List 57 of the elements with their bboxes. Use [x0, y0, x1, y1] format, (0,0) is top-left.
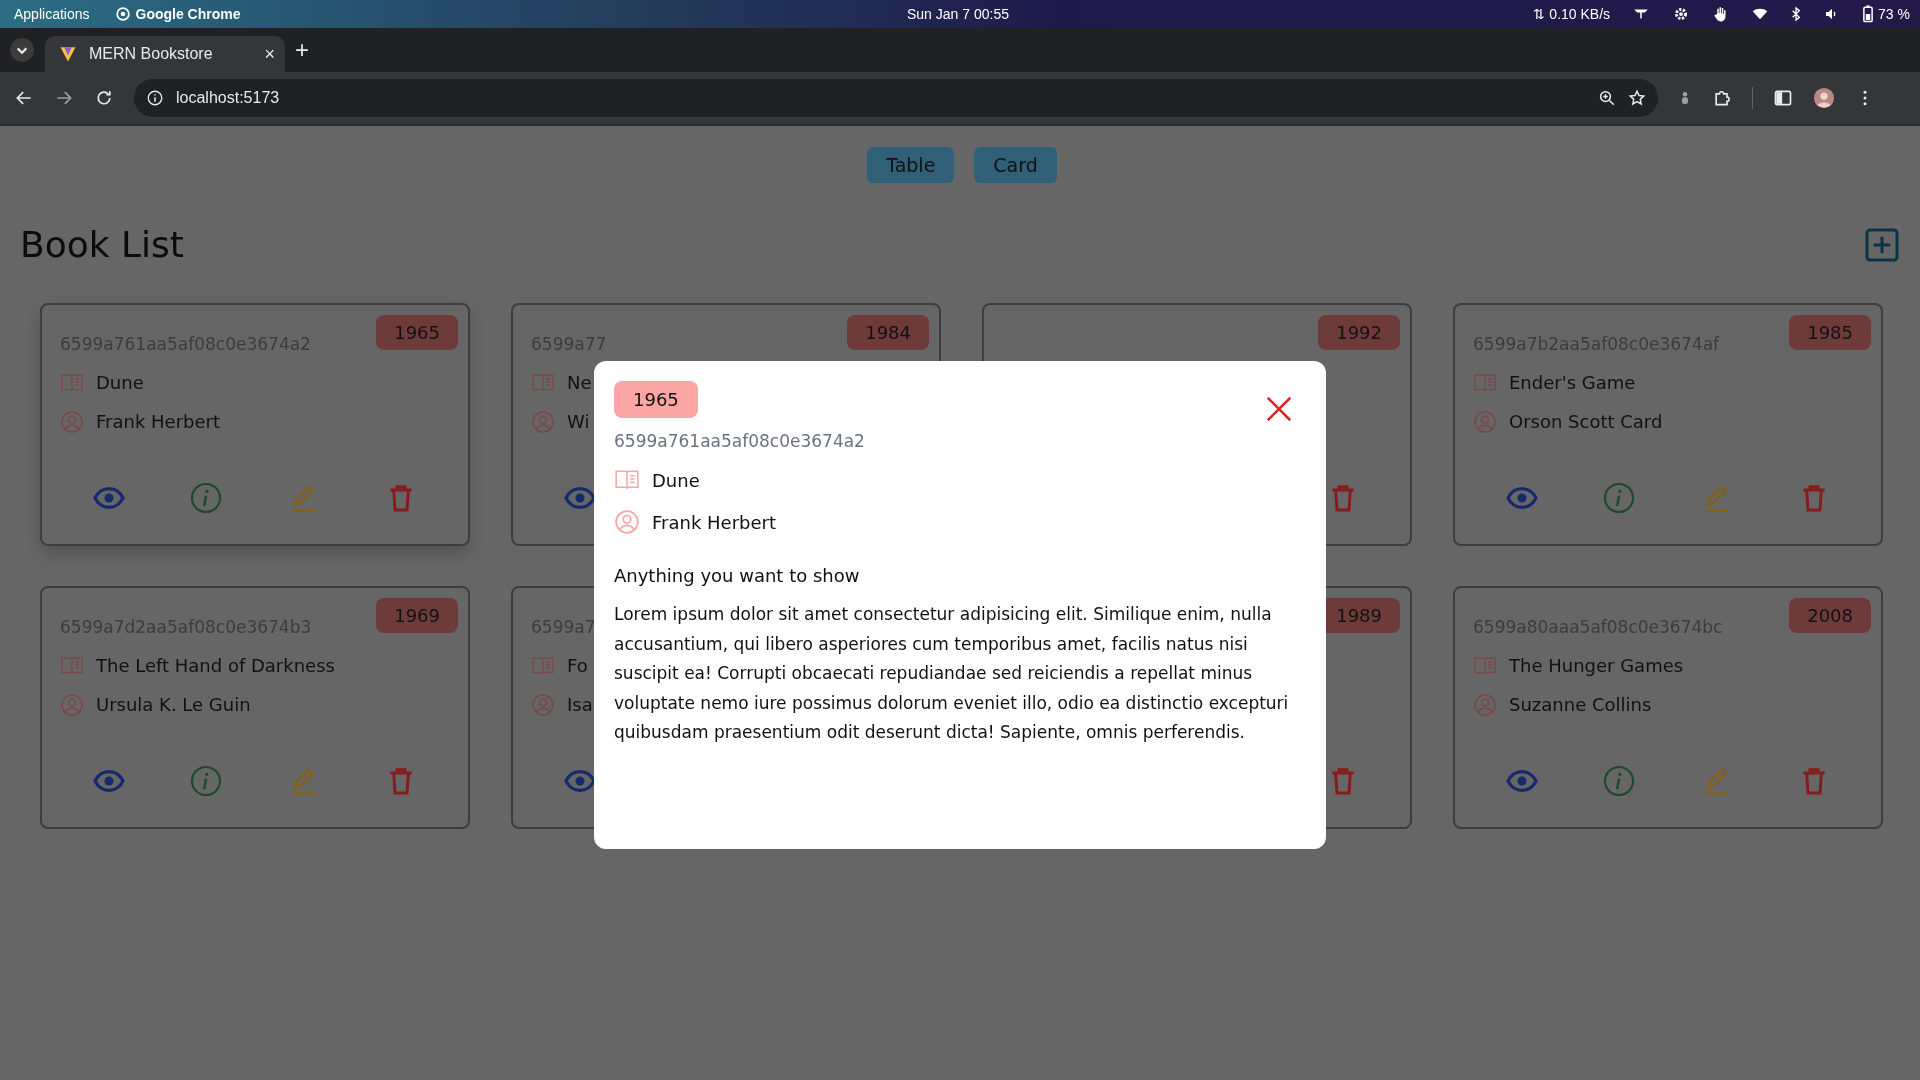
- battery-level: 73 %: [1878, 6, 1910, 22]
- book-author: Orson Scott Card: [1509, 411, 1663, 432]
- book-title: Fo: [567, 655, 588, 676]
- book-author: Frank Herbert: [652, 511, 776, 533]
- year-badge: 1984: [847, 315, 929, 350]
- book-author: Wi: [567, 411, 590, 432]
- book-author: Ursula K. Le Guin: [96, 694, 251, 715]
- page-heading: Book List: [20, 224, 184, 265]
- book-title: Ender's Game: [1509, 372, 1636, 393]
- user-icon: [60, 409, 84, 434]
- close-icon[interactable]: [1264, 394, 1294, 424]
- user-icon: [60, 692, 84, 717]
- reload-icon[interactable]: [94, 88, 114, 108]
- modal-subtitle: Anything you want to show: [614, 565, 860, 586]
- book-title: The Hunger Games: [1509, 655, 1684, 676]
- star-icon[interactable]: [1628, 89, 1646, 107]
- book-title: The Left Hand of Darkness: [96, 655, 335, 676]
- year-badge: 1965: [376, 315, 458, 350]
- favicon-icon: [59, 45, 77, 63]
- book-author: Isa: [567, 694, 593, 715]
- book-id: 6599a761aa5af08c0e3674a2: [614, 431, 865, 451]
- book-title: Ne: [567, 372, 592, 393]
- close-tab-button[interactable]: ×: [264, 43, 275, 65]
- user-icon: [1473, 692, 1497, 717]
- app-icon: [115, 7, 130, 21]
- network-speed: ⇅ 0.10 KB/s: [1533, 6, 1611, 22]
- active-app-name[interactable]: Google Chrome: [135, 6, 241, 22]
- user-icon: [1473, 409, 1497, 434]
- user-icon: [614, 509, 640, 535]
- wifi-icon[interactable]: [1752, 6, 1769, 22]
- puzzle-icon[interactable]: [1712, 88, 1732, 108]
- side-panel-icon[interactable]: [1773, 88, 1793, 108]
- year-badge: 1985: [1789, 315, 1871, 350]
- book-title: Dune: [652, 469, 700, 491]
- year-badge: 1969: [376, 598, 458, 633]
- profile-avatar-icon[interactable]: [1813, 87, 1835, 109]
- user-icon: [531, 692, 555, 717]
- year-badge: 2008: [1789, 598, 1871, 633]
- book-title: Dune: [96, 372, 144, 393]
- clock[interactable]: Sun Jan 7 00:55: [907, 6, 1009, 22]
- tab-title: MERN Bookstore: [89, 45, 214, 63]
- year-badge: 1992: [1318, 315, 1400, 350]
- book-author: Frank Herbert: [96, 411, 220, 432]
- battery-icon: [1862, 5, 1875, 23]
- user-icon: [531, 409, 555, 434]
- applications-menu[interactable]: Applications: [14, 6, 90, 22]
- modal-text: Lorem ipsum dolor sit amet consectetur adipisicing elit. Similique enim, nulla accusantium, qui libero asperiores cum temporibus amet, facilis natus nisi suscipit ea! Corrupti obcaecati repudiandae sed reiciendis a repellat minus voluptate nemo iure possimus dolorum eveniet illo, odio ea distinctio excepturi quibusdam praesentium odit deserunt dicta! Sapiente, omnis perferendis.: [614, 603, 1290, 744]
- site-info-icon[interactable]: [146, 89, 164, 107]
- year-badge: 1965: [614, 381, 698, 418]
- bluetooth-icon[interactable]: [1790, 6, 1803, 22]
- book-author: Suzanne Collins: [1509, 694, 1652, 715]
- url-text: localhost:5173: [176, 89, 280, 107]
- tab-search-icon[interactable]: [9, 37, 35, 63]
- zoom-icon[interactable]: [1598, 89, 1616, 107]
- browser-tab[interactable]: MERN Bookstore ×: [45, 36, 285, 72]
- new-tab-button[interactable]: +: [295, 36, 309, 64]
- address-bar[interactable]: localhost:5173: [134, 79, 1658, 117]
